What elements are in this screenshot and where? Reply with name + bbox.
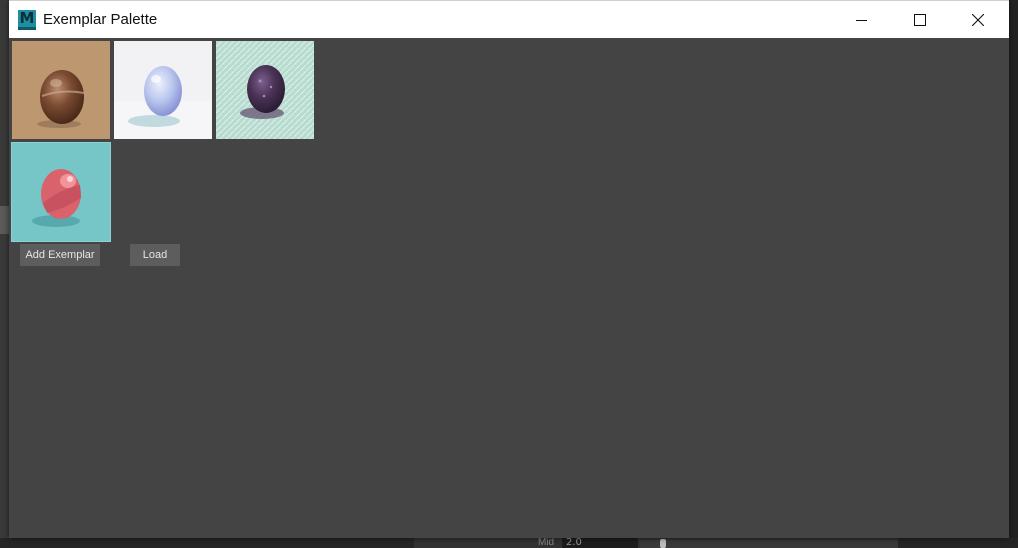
exemplar-thumbnail-3[interactable] xyxy=(216,41,314,139)
maximize-button[interactable] xyxy=(891,1,949,38)
window-title: Exemplar Palette xyxy=(43,11,158,28)
background-field-value: 2.0 xyxy=(562,538,638,548)
add-exemplar-button[interactable]: Add Exemplar xyxy=(20,244,100,266)
exemplar-thumbnail-2[interactable] xyxy=(114,41,212,139)
teal-flat-egg-image xyxy=(12,143,110,241)
title-bar[interactable]: M Exemplar Palette xyxy=(9,0,1009,38)
background-app-bottom: Mid 2.0 xyxy=(0,538,1018,548)
exemplar-thumbnail-1[interactable] xyxy=(12,41,110,139)
maximize-icon xyxy=(914,13,926,26)
background-app-edge-right xyxy=(1009,0,1018,548)
exemplar-thumbnail-4[interactable] xyxy=(11,142,111,242)
minimize-icon xyxy=(856,19,867,21)
brown-sketch-egg-image xyxy=(12,41,110,139)
mint-crayon-egg-image xyxy=(216,41,314,139)
minimize-button[interactable] xyxy=(833,1,891,38)
close-button[interactable] xyxy=(949,1,1007,38)
exemplar-grid: Add Exemplar Load xyxy=(9,38,1009,538)
background-field-label: Mid xyxy=(538,537,555,548)
close-icon xyxy=(972,13,984,26)
background-slider-knob xyxy=(660,539,666,548)
white-pastel-egg-image xyxy=(114,41,212,139)
background-slider-track xyxy=(640,540,898,548)
load-button[interactable]: Load xyxy=(130,244,180,266)
exemplar-palette-window: M Exemplar Palette Add Exemplar Load xyxy=(9,0,1009,538)
background-panel-strip xyxy=(0,206,9,234)
maya-app-icon: M xyxy=(18,10,36,30)
background-app-edge xyxy=(0,0,9,548)
